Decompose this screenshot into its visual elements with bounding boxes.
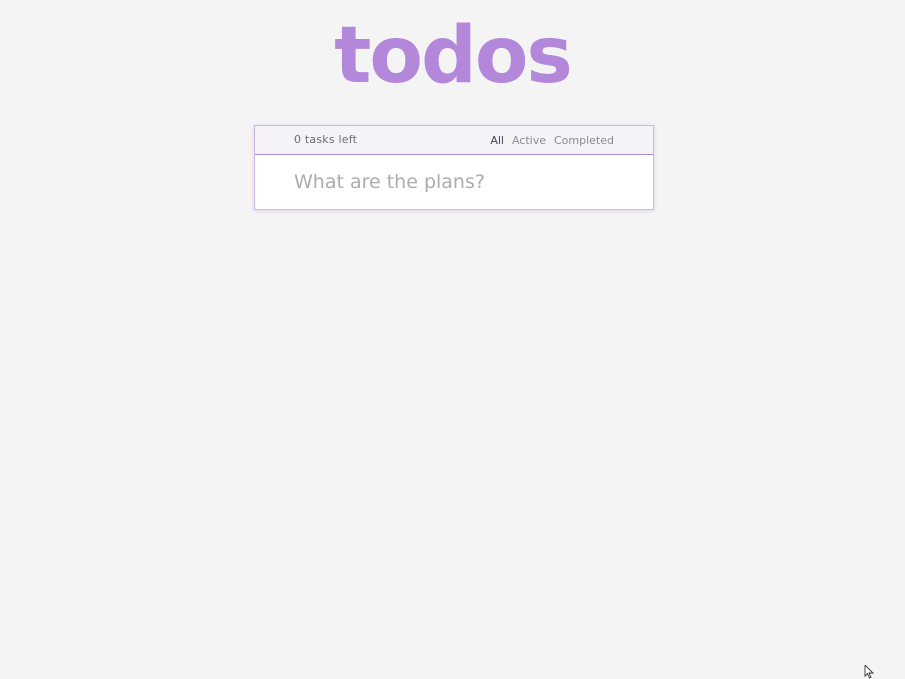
card-header: 0 tasks left All Active Completed: [255, 126, 653, 155]
new-todo-field: [255, 154, 653, 209]
filter-all[interactable]: All: [490, 134, 504, 147]
filter-active[interactable]: Active: [512, 134, 546, 147]
mouse-pointer-icon: [864, 665, 875, 679]
filter-bar: All Active Completed: [490, 134, 614, 147]
app-title: todos: [334, 11, 573, 101]
tasks-left-count: 0 tasks left: [294, 133, 358, 146]
new-todo-input[interactable]: [294, 167, 634, 197]
filter-completed[interactable]: Completed: [554, 134, 614, 147]
todo-card: 0 tasks left All Active Completed: [254, 125, 654, 210]
